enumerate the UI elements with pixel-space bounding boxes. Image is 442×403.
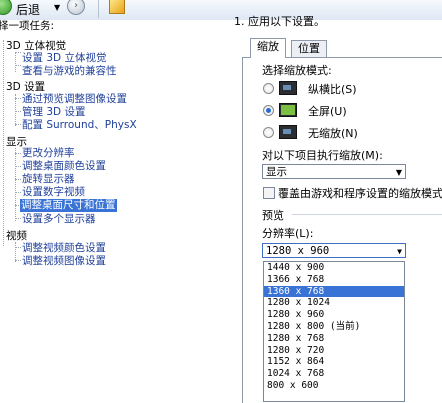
task-tree: 择一项任务: 3D 立体视觉 设置 3D 立体视觉 查看与游戏的兼容性 3D 设… xyxy=(0,20,228,402)
override-scaling-label[interactable]: 覆盖由游戏和程序设置的缩放模式(O) xyxy=(278,185,442,201)
back-arrow-icon[interactable] xyxy=(0,0,12,15)
tree-item-setup-3d-vision[interactable]: 设置 3D 立体视觉 xyxy=(22,52,106,65)
toolbar-separator xyxy=(98,0,99,18)
tree-item-digital-video[interactable]: 设置数字视频 xyxy=(22,186,85,199)
perform-scaling-select[interactable]: 显示 ▼ xyxy=(262,164,406,179)
radio-full-screen[interactable] xyxy=(263,105,274,116)
section-title: 1. 应用以下设置。 xyxy=(234,15,325,28)
tree-item-configure-surround-physx[interactable]: 配置 Surround、PhysX xyxy=(22,119,137,132)
resolution-label: 分辨率(L): xyxy=(262,227,314,240)
resolution-option[interactable]: 1024 x 768 xyxy=(264,368,404,380)
tree-item-multiple-displays[interactable]: 设置多个显示器 xyxy=(22,213,96,226)
resolution-option-current[interactable]: 1280 x 800 (当前) xyxy=(264,321,404,333)
tree-connector xyxy=(15,192,21,193)
resolution-value: 1280 x 960 xyxy=(266,245,330,257)
tree-connector xyxy=(3,40,4,246)
tree-connector xyxy=(15,260,21,261)
tree-item-game-compatibility[interactable]: 查看与游戏的兼容性 xyxy=(22,65,117,78)
tree-connector xyxy=(15,111,21,112)
tree-connector xyxy=(15,65,21,66)
toolbar: 后退 ▼ › xyxy=(0,0,442,21)
tree-connector xyxy=(15,242,16,262)
tree-item-rotate-display[interactable]: 旋转显示器 xyxy=(22,173,75,186)
perform-scaling-label: 对以下项目执行缩放(M): xyxy=(262,149,383,162)
tree-connector xyxy=(15,148,16,221)
tree-connector xyxy=(15,247,21,248)
no-scaling-monitor-icon xyxy=(279,125,297,139)
tree-item-change-resolution[interactable]: 更改分辨率 xyxy=(22,147,75,160)
tree-item-desktop-color-settings[interactable]: 调整桌面颜色设置 xyxy=(22,160,106,173)
tree-connector xyxy=(15,124,21,125)
tree-item-manage-3d-settings[interactable]: 管理 3D 设置 xyxy=(22,106,85,119)
tree-item-video-image-settings[interactable]: 调整视频图像设置 xyxy=(22,255,106,268)
chevron-down-icon[interactable]: ▼ xyxy=(397,244,402,259)
chevron-down-icon[interactable]: ▼ xyxy=(54,3,60,12)
tree-header: 择一项任务: xyxy=(0,20,55,32)
tree-connector xyxy=(15,153,21,154)
resolution-select[interactable]: 1280 x 960 ▼ xyxy=(262,243,406,258)
aspect-ratio-monitor-icon xyxy=(279,81,297,95)
resolution-option[interactable]: 800 x 600 xyxy=(264,380,404,392)
resolution-dropdown-list[interactable]: 1440 x 900 1366 x 768 1360 x 768 1280 x … xyxy=(263,261,405,402)
resolution-option[interactable]: 1440 x 900 xyxy=(264,262,404,274)
resolution-option[interactable]: 1366 x 768 xyxy=(264,274,404,286)
tree-connector xyxy=(15,166,21,167)
tree-connector xyxy=(15,218,21,219)
tree-connector xyxy=(15,98,21,99)
tree-connector xyxy=(15,53,16,72)
radio-aspect-ratio-label[interactable]: 纵横比(S) xyxy=(308,81,357,97)
resolution-option[interactable]: 1280 x 960 xyxy=(264,309,404,321)
chevron-down-icon[interactable]: ▼ xyxy=(396,165,402,180)
back-button-label[interactable]: 后退 xyxy=(16,1,40,18)
tree-item-desktop-size-position[interactable]: 调整桌面尺寸和位置 xyxy=(20,199,117,212)
resolution-option[interactable]: 1280 x 768 xyxy=(264,333,404,345)
full-screen-monitor-icon xyxy=(279,103,297,117)
tree-item-video-color-settings[interactable]: 调整视频颜色设置 xyxy=(22,242,106,255)
tree-connector xyxy=(15,179,21,180)
radio-full-screen-label[interactable]: 全屏(U) xyxy=(308,103,347,119)
tab-scaling[interactable]: 缩放 xyxy=(250,38,286,58)
resolution-option[interactable]: 1280 x 720 xyxy=(264,345,404,357)
preview-label: 预览 xyxy=(262,209,284,222)
preview-group-divider xyxy=(292,214,442,215)
tree-item-preview-image-settings[interactable]: 通过预览调整图像设置 xyxy=(22,93,127,106)
resolution-option[interactable]: 1280 x 1024 xyxy=(264,297,404,309)
perform-scaling-value: 显示 xyxy=(266,166,287,178)
scaling-mode-label: 选择缩放模式: xyxy=(262,64,332,77)
radio-aspect-ratio[interactable] xyxy=(263,83,274,94)
home-icon[interactable] xyxy=(109,0,125,14)
forward-arrow-icon[interactable]: › xyxy=(67,0,85,15)
override-scaling-checkbox[interactable] xyxy=(263,187,275,199)
resolution-option[interactable]: 1152 x 864 xyxy=(264,356,404,368)
tab-position[interactable]: 位置 xyxy=(291,40,327,57)
radio-no-scaling-label[interactable]: 无缩放(N) xyxy=(308,125,358,141)
radio-no-scaling[interactable] xyxy=(263,127,274,138)
resolution-option-highlighted[interactable]: 1360 x 768 xyxy=(264,285,404,298)
